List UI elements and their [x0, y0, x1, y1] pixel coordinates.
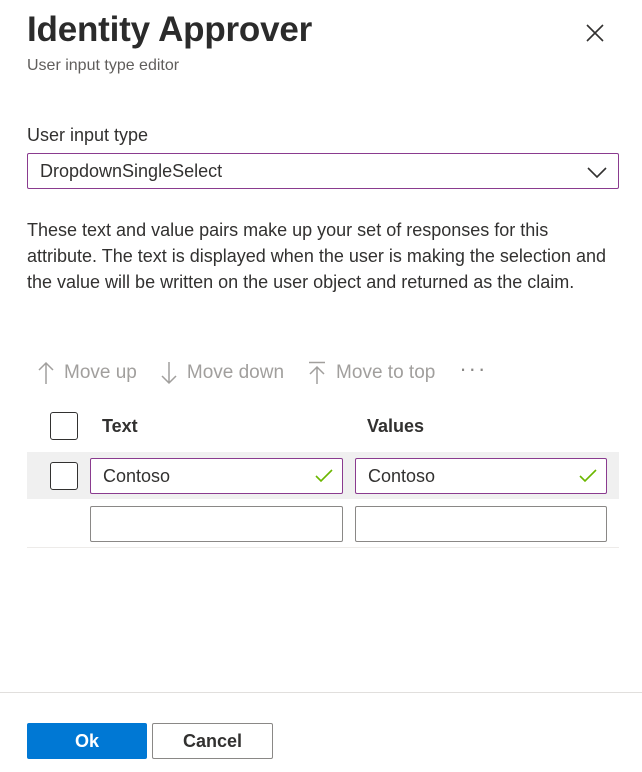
- ok-button[interactable]: Ok: [27, 723, 147, 759]
- close-button[interactable]: [580, 18, 610, 48]
- page-title: Identity Approver: [27, 10, 313, 49]
- user-input-type-dropdown[interactable]: DropdownSingleSelect: [27, 153, 619, 189]
- table-row: [27, 499, 619, 548]
- description-text: These text and value pairs make up your …: [27, 220, 606, 292]
- chevron-down-icon: [587, 167, 607, 179]
- checkmark-icon: [579, 469, 597, 483]
- new-row-text-input[interactable]: [90, 506, 343, 542]
- move-up-button[interactable]: Move up: [38, 361, 137, 385]
- table-header: Text Values: [27, 408, 619, 444]
- checkmark-icon: [315, 469, 333, 483]
- move-down-button[interactable]: Move down: [161, 361, 284, 385]
- table-row: [27, 452, 619, 499]
- arrow-down-icon: [161, 362, 177, 385]
- row-text-input[interactable]: [90, 458, 343, 494]
- cancel-button[interactable]: Cancel: [152, 723, 273, 759]
- row-toolbar: Move up Move down Move to top ···: [38, 356, 511, 388]
- user-input-type-value: DropdownSingleSelect: [40, 160, 223, 181]
- arrow-to-top-icon: [309, 361, 326, 384]
- close-icon: [586, 24, 604, 42]
- select-all-checkbox[interactable]: [50, 412, 78, 440]
- footer-divider: [0, 692, 642, 693]
- row-value-input[interactable]: [355, 458, 607, 494]
- move-down-label: Move down: [186, 362, 285, 383]
- row-checkbox[interactable]: [50, 462, 78, 490]
- move-up-label: Move up: [64, 362, 137, 383]
- move-to-top-label: Move to top: [336, 362, 436, 383]
- column-header-values: Values: [367, 416, 425, 436]
- move-to-top-button[interactable]: Move to top: [308, 361, 435, 385]
- page-subtitle: User input type editor: [27, 57, 180, 74]
- arrow-up-icon: [38, 361, 54, 384]
- column-header-text: Text: [102, 416, 138, 436]
- more-options-button[interactable]: ···: [459, 356, 487, 382]
- user-input-type-label: User input type: [27, 125, 149, 145]
- new-row-value-input[interactable]: [355, 506, 607, 542]
